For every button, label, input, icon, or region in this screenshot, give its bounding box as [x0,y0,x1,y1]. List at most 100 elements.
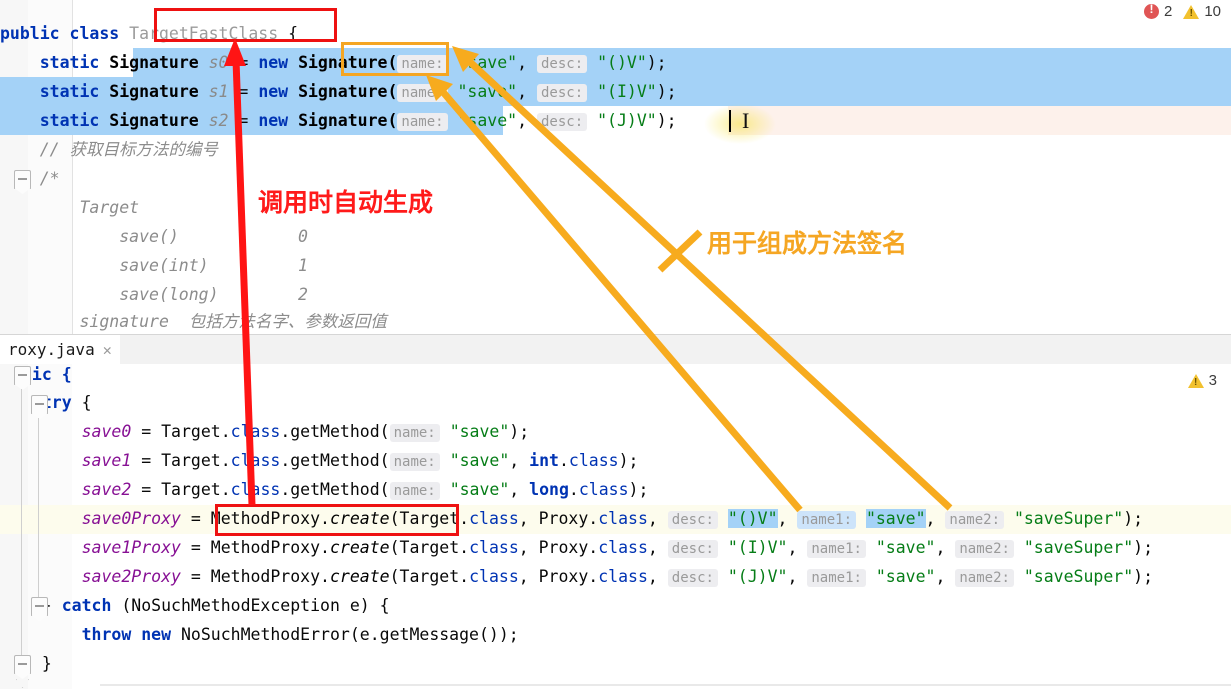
code-token: = [180,538,211,557]
top-editor-pane[interactable]: public class TargetFastClass { static Si… [0,0,1231,334]
code-token: . [588,567,599,586]
code-line[interactable]: static Signature s1 = new Signature(name… [0,77,1231,106]
code-line[interactable]: save2Proxy = MethodProxy.create(Target.c… [22,562,1231,591]
code-token: // 获取目标方法的编号 [0,140,219,159]
code-line[interactable]: // 获取目标方法的编号 [0,135,1231,164]
tab-label: roxy.java [8,340,95,359]
code-line[interactable]: save() 0 [0,222,1231,251]
code-line[interactable]: Target [0,193,1231,222]
code-line-text: } catch (NoSuchMethodException e) { [22,591,390,620]
param-hint: desc: [667,569,718,587]
code-line[interactable]: static Signature s0 = new Signature(name… [0,48,1231,77]
code-token: s2 [208,111,229,130]
code-line[interactable]: } catch (NoSuchMethodException e) { [22,591,1231,620]
code-fold-toggle[interactable] [14,366,31,385]
top-inspection-status[interactable]: 2 10 [1143,2,1221,20]
error-count: 2 [1163,3,1173,20]
param-hint: name: [389,453,440,471]
code-line-text: Target [0,193,139,222]
code-line[interactable]: save0Proxy = MethodProxy.create(Target.c… [22,504,1231,533]
code-line[interactable]: tic { [22,364,1231,389]
code-token: . [558,451,569,470]
annotation-text-red: 调用时自动生成 [258,189,434,217]
code-token: ); [646,53,667,72]
code-token: throw [22,625,142,644]
code-token: "saveSuper" [1013,509,1124,528]
code-token: (NoSuchMethodException e) { [121,596,390,615]
bottom-editor-code[interactable]: tic { try { save0 = Target.class.getMeth… [0,364,1231,689]
code-line[interactable]: save1 = Target.class.getMethod(name: "sa… [22,446,1231,475]
code-token: , [935,567,956,586]
code-token: Signature( [298,111,398,130]
code-token: int [529,451,559,470]
code-token: .getMethod( [280,480,390,499]
code-line[interactable]: save1Proxy = MethodProxy.create(Target.c… [22,533,1231,562]
horizontal-scrollbar[interactable] [100,684,1231,686]
code-token: class [578,480,629,499]
param-hint: name: [397,113,448,131]
code-token: MethodProxy [210,567,321,586]
mouse-cursor-ibeam: I [742,108,750,133]
code-line[interactable]: signature 包括方法名字、参数返回值 [0,307,1231,334]
code-fold-toggle[interactable] [14,170,31,189]
code-token: class [230,480,281,499]
top-editor-code[interactable]: public class TargetFastClass { static Si… [0,0,1231,334]
code-line[interactable]: throw new NoSuchMethodError(e.getMessage… [22,620,1231,649]
code-token: Target [161,451,221,470]
bottom-inspection-status[interactable]: 3 [1187,372,1217,389]
code-token: = [228,82,259,101]
param-hint: name: [389,482,440,500]
code-token: , [647,509,668,528]
code-token: . [220,422,231,441]
code-token: class [469,509,519,528]
code-token: Target [161,480,221,499]
code-fold-toggle[interactable] [14,655,31,674]
fold-guide-line [21,389,22,655]
code-token: class [469,567,519,586]
annotation-box-signature [341,42,449,76]
code-line[interactable]: } [22,649,1231,678]
code-fold-toggle[interactable] [31,395,48,414]
code-line-text: save(int) 1 [0,251,308,280]
code-token: , [509,480,530,499]
bottom-editor-pane[interactable]: tic { try { save0 = Target.class.getMeth… [0,364,1231,689]
code-line[interactable]: /* [0,164,1231,193]
code-token: s0 [208,53,229,72]
code-line[interactable]: save(int) 1 [0,251,1231,280]
code-token: { [81,393,92,412]
code-token: = [180,509,211,528]
code-token: ); [1133,567,1154,586]
code-token: . [220,480,231,499]
code-line[interactable]: save(long) 2 [0,280,1231,309]
code-line[interactable]: try { [22,388,1231,417]
code-line[interactable]: save2 = Target.class.getMethod(name: "sa… [22,475,1231,504]
code-line-text: save1Proxy = MethodProxy.create(Target.c… [22,533,1153,564]
code-token: class [598,509,648,528]
code-token: save() 0 [0,227,308,246]
code-token: save(long) 2 [0,285,308,304]
param-hint: name: [397,84,448,102]
code-token: "save" [865,509,926,528]
editor-tab-bar[interactable]: roxy.java ✕ [0,334,1231,368]
code-token: , [647,567,668,586]
code-token: (Target [389,538,460,557]
code-line-text: static Signature s0 = new Signature(name… [0,48,667,79]
code-fold-toggle[interactable] [31,597,48,616]
code-token: . [320,567,330,586]
code-line[interactable]: static Signature s2 = new Signature(name… [0,106,1231,135]
code-token: . [459,538,470,557]
close-icon[interactable]: ✕ [103,335,112,365]
caret-glow [690,96,790,152]
code-line[interactable]: save0 = Target.class.getMethod(name: "sa… [22,417,1231,446]
code-token: new [141,625,181,644]
code-line-text: throw new NoSuchMethodError(e.getMessage… [22,620,519,649]
code-token: "save" [875,538,936,557]
code-token: "(I)V" [727,538,788,557]
annotation-box-target-fast-class [154,8,337,42]
code-token: , [517,111,537,130]
